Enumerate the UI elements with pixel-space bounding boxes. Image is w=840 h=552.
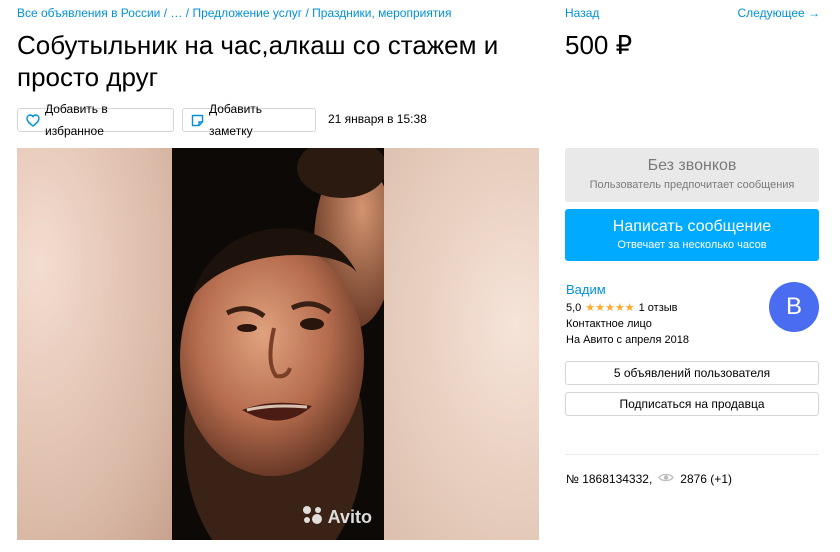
response-time-label: Отвечает за несколько часов	[617, 239, 767, 251]
breadcrumb-separator: /	[163, 6, 168, 20]
views-count: 2876 (+1)	[680, 472, 732, 486]
back-link[interactable]: Назад	[565, 6, 599, 20]
avatar[interactable]: В	[769, 282, 819, 332]
add-to-favorites-label: Добавить в избранное	[45, 102, 108, 138]
subscribe-seller-button[interactable]: Подписаться на продавца	[565, 392, 819, 416]
seller-type: Контактное лицо	[566, 318, 652, 330]
write-message-button[interactable]: Написать сообщение Отвечает за несколько…	[565, 209, 819, 261]
rating-stars-icon: ★★★★★	[585, 302, 635, 314]
heart-icon	[26, 113, 40, 127]
listing-meta: № 1868134332, 2876 (+1)	[566, 472, 732, 486]
add-note-button[interactable]: Добавить заметку	[182, 102, 316, 138]
gallery-blur-left	[17, 148, 172, 540]
no-calls-notice: Без звонков Пользователь предпочитает со…	[565, 148, 819, 202]
breadcrumb: Все объявления в России / … / Предложени…	[17, 6, 452, 20]
no-calls-subtitle: Пользователь предпочитает сообщения	[589, 179, 795, 191]
rating-value: 5,0	[566, 301, 582, 314]
breadcrumb-separator: /	[305, 6, 309, 20]
seller-rating: 5,0 ★★★★★ 1 отзыв	[566, 301, 678, 315]
seller-since: На Авито с апреля 2018	[566, 334, 689, 346]
note-icon	[191, 114, 204, 127]
listing-number: № 1868134332,	[566, 472, 653, 486]
next-link[interactable]: Следующее →	[738, 6, 821, 20]
divider	[565, 454, 819, 455]
seller-name-link[interactable]: Вадим	[566, 282, 606, 297]
breadcrumb-item-ellipsis[interactable]: …	[170, 6, 182, 20]
photo-illustration	[172, 148, 384, 540]
write-message-label: Написать сообщение	[612, 218, 772, 235]
breadcrumb-item-services[interactable]: Предложение услуг	[192, 6, 302, 20]
breadcrumb-separator: /	[185, 6, 190, 20]
photo-gallery[interactable]: Avito	[17, 148, 539, 540]
breadcrumb-item-all-ads[interactable]: Все объявления в России	[17, 6, 160, 20]
avito-watermark-text: Avito	[327, 507, 372, 527]
avito-logo-icon	[302, 505, 324, 530]
listing-date: 21 января в 15:38	[328, 112, 427, 126]
reviews-count[interactable]: 1 отзыв	[639, 302, 678, 314]
avito-watermark: Avito	[302, 505, 372, 530]
listing-title: Собутыльник на час,алкаш со стажем и про…	[17, 30, 499, 92]
listing-price: 500 ₽	[565, 30, 633, 60]
no-calls-title: Без звонков	[647, 157, 737, 174]
main-photo[interactable]: Avito	[172, 148, 384, 540]
seller-ads-button[interactable]: 5 объявлений пользователя	[565, 361, 819, 385]
breadcrumb-item-events[interactable]: Праздники, мероприятия	[312, 6, 451, 20]
gallery-blur-right	[384, 148, 539, 540]
eye-icon	[658, 472, 675, 486]
add-to-favorites-button[interactable]: Добавить в избранное	[17, 102, 174, 138]
add-note-label: Добавить заметку	[209, 102, 263, 138]
